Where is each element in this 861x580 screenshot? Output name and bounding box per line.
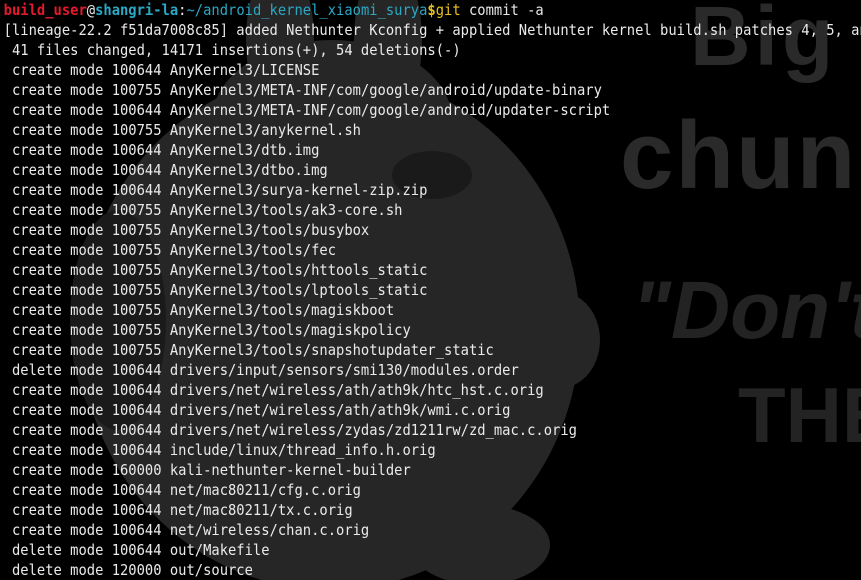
output-line: delete mode 120000 out/source [3,561,253,579]
output-line: create mode 160000 kali-nethunter-kernel… [3,461,411,479]
output-line: create mode 100644 net/mac80211/tx.c.ori… [3,501,353,519]
output-line: create mode 100644 AnyKernel3/dtb.img [3,141,320,159]
output-line: create mode 100644 net/wireless/chan.c.o… [3,521,370,539]
output-line: create mode 100755 AnyKernel3/tools/busy… [3,221,370,239]
output-line: create mode 100755 AnyKernel3/META-INF/c… [3,81,602,99]
command-args: commit -a [460,1,544,19]
output-line: create mode 100644 drivers/net/wireless/… [3,401,511,419]
prompt-user: build_user [3,1,87,19]
output-line: create mode 100644 AnyKernel3/LICENSE [3,61,320,79]
output-line: delete mode 100644 drivers/input/sensors… [3,361,519,379]
command-git: git [435,1,461,19]
output-line: create mode 100755 AnyKernel3/tools/lpto… [3,281,428,299]
output-line: create mode 100644 drivers/net/wireless/… [3,421,577,439]
output-line: create mode 100644 AnyKernel3/META-INF/c… [3,101,611,119]
output-line: create mode 100755 AnyKernel3/tools/snap… [3,341,494,359]
output-line: delete mode 100644 out/Makefile [3,541,270,559]
output-line: create mode 100644 net/mac80211/cfg.c.or… [3,481,361,499]
prompt-host: shangri-la [95,1,179,19]
output-line: create mode 100755 AnyKernel3/tools/ak3-… [3,201,403,219]
prompt-path: ~/android_kernel_xiaomi_surya [186,1,428,19]
prompt-line: build_user@shangri-la:~/android_kernel_x… [0,0,792,20]
output-line: create mode 100644 include/linux/thread_… [3,441,436,459]
output-line: create mode 100644 AnyKernel3/surya-kern… [3,181,428,199]
output-line: create mode 100755 AnyKernel3/tools/magi… [3,301,395,319]
terminal-window[interactable]: build_user@shangri-la:~/android_kernel_x… [0,0,861,580]
prompt-dollar: $ [427,1,436,19]
output-line: create mode 100644 AnyKernel3/dtbo.img [3,161,328,179]
output-line: create mode 100755 AnyKernel3/tools/magi… [3,321,411,339]
output-line: create mode 100755 AnyKernel3/anykernel.… [3,121,361,139]
output-line: create mode 100644 drivers/net/wireless/… [3,381,544,399]
commit-stats-line: 41 files changed, 14171 insertions(+), 5… [3,41,461,59]
output-line: create mode 100755 AnyKernel3/tools/htto… [3,261,428,279]
commit-summary-line: [lineage-22.2 f51da7008c85] added Nethun… [3,21,861,39]
output-line: create mode 100755 AnyKernel3/tools/fec [3,241,337,259]
prompt-separator: : [178,1,187,19]
